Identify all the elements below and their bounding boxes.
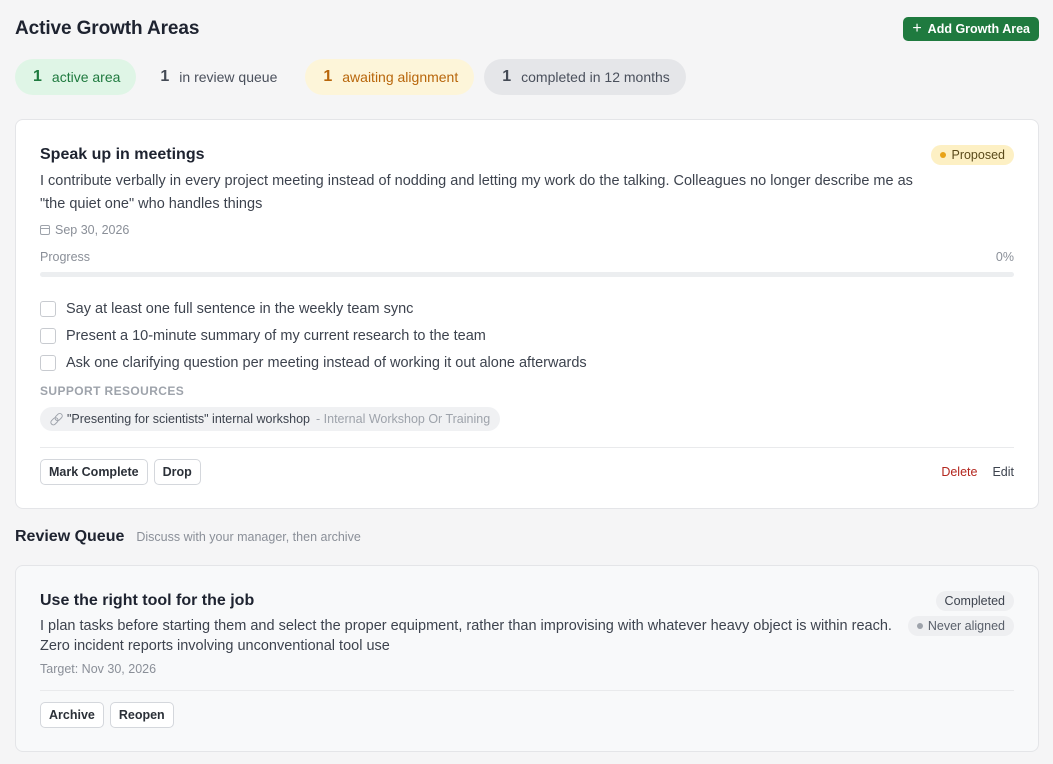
review-card-title: Use the right tool for the job [40,592,255,609]
due-date-text: Sep 30, 2026 [55,223,130,237]
reopen-button[interactable]: Reopen [109,702,174,728]
checklist-item: Say at least one full sentence in the we… [40,295,587,322]
stat-number: 1 [323,68,333,85]
stat-label: completed in 12 months [521,69,670,85]
card-secondary-actions: Delete Edit [941,465,1014,479]
checklist-item: Ask one clarifying question per meeting … [40,349,587,376]
review-card-actions: Archive Reopen [40,702,174,728]
page-title: Active Growth Areas [15,18,200,39]
link-icon [48,411,64,427]
archive-button[interactable]: Archive [40,702,104,728]
resource-title: "Presenting for scientists" internal wor… [67,412,311,426]
checklist-item-label: Present a 10-minute summary of my curren… [66,327,486,344]
growth-area-title: Speak up in meetings [40,146,205,163]
growth-area-card: Speak up in meetings Proposed I contribu… [15,119,1039,509]
stat-awaiting-alignment: 1 awaiting alignment [305,59,475,95]
stat-completed: 1 completed in 12 months [484,59,686,95]
page-header: Active Growth Areas + Add Growth Area [15,17,1039,41]
progress-bar [40,272,1014,277]
review-queue-subtitle: Discuss with your manager, then archive [136,530,361,544]
completed-badge: Completed [935,591,1014,611]
progress-label: Progress [40,250,91,264]
resource-chip[interactable]: "Presenting for scientists" internal wor… [40,407,501,431]
divider [40,447,1014,448]
stats-bar: 1 active area 1 in review queue 1 awaiti… [15,59,686,95]
checklist-item-label: Say at least one full sentence in the we… [66,300,414,317]
support-resources-heading: SUPPORT RESOURCES [40,384,185,398]
checkbox[interactable] [40,327,56,344]
stat-label: active area [51,69,121,85]
plus-icon: + [912,19,922,37]
status-dot-icon [940,152,947,158]
review-queue-header: Review Queue Discuss with your manager, … [15,528,361,546]
completed-label: Completed [944,594,1005,608]
growth-area-description: I contribute verbally in every project m… [40,173,913,212]
status-badge: Proposed [931,145,1014,165]
add-growth-area-button[interactable]: + Add Growth Area [903,17,1039,41]
checkbox[interactable] [40,354,56,371]
stat-review-queue: 1 in review queue [146,59,295,95]
status-label: Proposed [951,148,1005,162]
resource-type: - Internal Workshop Or Training [316,412,491,426]
drop-button[interactable]: Drop [153,459,201,485]
due-date: Sep 30, 2026 [40,223,129,237]
review-card: Use the right tool for the job Completed… [15,565,1039,752]
stat-label: awaiting alignment [342,69,459,85]
progress-percent: 0% [995,250,1014,264]
divider [40,690,1014,691]
edit-link[interactable]: Edit [992,465,1014,479]
stat-number: 1 [160,68,170,85]
alignment-label: Never aligned [927,619,1005,633]
checkbox[interactable] [40,300,56,317]
checklist-item: Present a 10-minute summary of my curren… [40,322,587,349]
card-actions: Mark Complete Drop [40,459,201,485]
add-growth-area-label: Add Growth Area [927,22,1030,36]
stat-number: 1 [33,68,42,85]
alignment-badge: Never aligned [907,616,1014,636]
progress-header: Progress 0% [40,250,1014,264]
stat-number: 1 [502,68,512,85]
stat-label: in review queue [179,69,278,85]
mark-complete-button[interactable]: Mark Complete [40,459,148,485]
target-date: Target: Nov 30, 2026 [40,662,157,676]
review-card-description: I plan tasks before starting them and se… [40,618,892,654]
delete-link[interactable]: Delete [941,465,977,479]
checklist-item-label: Ask one clarifying question per meeting … [66,354,587,371]
review-queue-title: Review Queue [15,528,125,545]
calendar-icon [40,225,50,235]
checklist: Say at least one full sentence in the we… [40,295,587,376]
stat-active: 1 active area [15,59,137,95]
